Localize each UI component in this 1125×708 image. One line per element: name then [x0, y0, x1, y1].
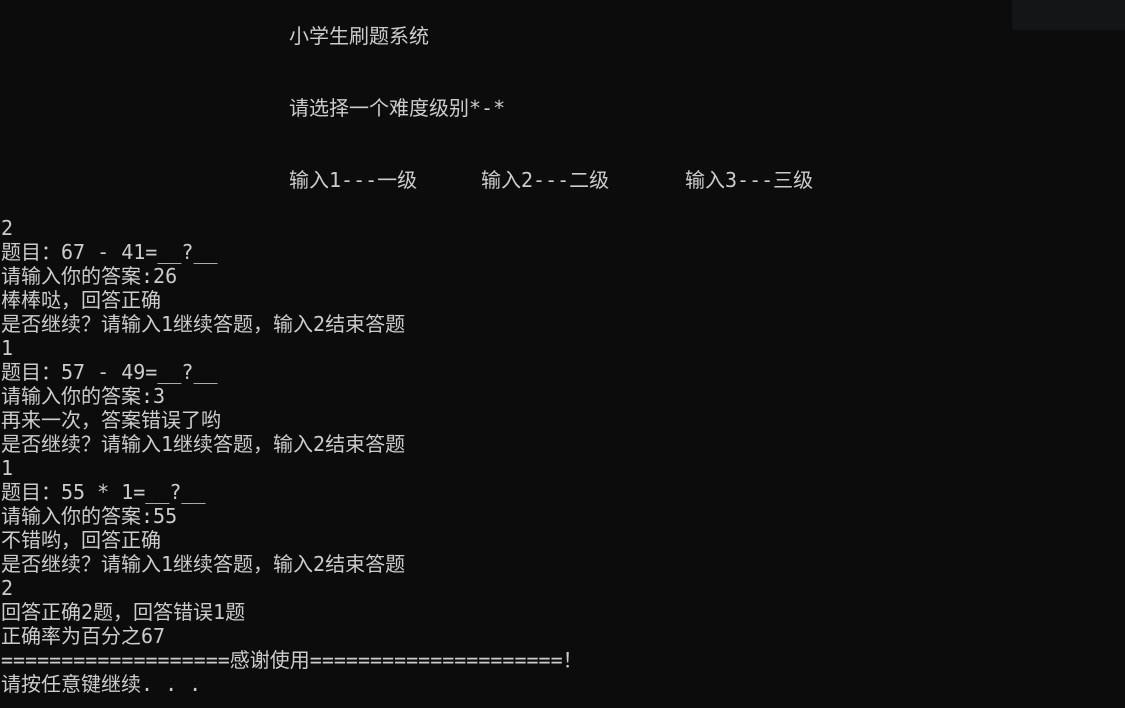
continue-prompt: 是否继续？请输入1继续答题，输入2结束答题 [1, 552, 406, 576]
press-any-key: 请按任意键继续. . . [1, 672, 202, 696]
difficulty-prompt: 请选择一个难度级别*-* [289, 96, 506, 120]
difficulty-option-1: 输入1---一级 [289, 168, 418, 192]
answer-line: 请输入你的答案:26 [1, 264, 178, 288]
result-summary: 回答正确2题，回答错误1题 [1, 600, 246, 624]
input-level: 2 [1, 216, 14, 240]
difficulty-option-2: 输入2---二级 [481, 168, 610, 192]
answer-line: 请输入你的答案:55 [1, 504, 178, 528]
overlay-widget [1012, 0, 1125, 30]
question-line: 题目：67 - 41=__?__ [1, 240, 218, 264]
question-line: 题目：57 - 49=__?__ [1, 360, 218, 384]
thanks-banner: ===================感谢使用=================… [1, 648, 583, 672]
feedback-line: 再来一次，答案错误了哟 [1, 408, 221, 432]
accuracy-line: 正确率为百分之67 [1, 624, 166, 648]
feedback-line: 不错哟，回答正确 [1, 528, 161, 552]
continue-prompt: 是否继续？请输入1继续答题，输入2结束答题 [1, 312, 406, 336]
difficulty-option-3: 输入3---三级 [685, 168, 814, 192]
input-end: 2 [1, 576, 14, 600]
input-continue: 1 [1, 456, 14, 480]
feedback-line: 棒棒哒，回答正确 [1, 288, 161, 312]
app-title: 小学生刷题系统 [289, 24, 429, 48]
answer-line: 请输入你的答案:3 [1, 384, 166, 408]
continue-prompt: 是否继续？请输入1继续答题，输入2结束答题 [1, 432, 406, 456]
console-window[interactable]: 小学生刷题系统 请选择一个难度级别*-* 输入1---一级 输入2---二级 输… [0, 0, 1125, 708]
input-continue: 1 [1, 336, 14, 360]
question-line: 题目：55 * 1=__?__ [1, 480, 206, 504]
